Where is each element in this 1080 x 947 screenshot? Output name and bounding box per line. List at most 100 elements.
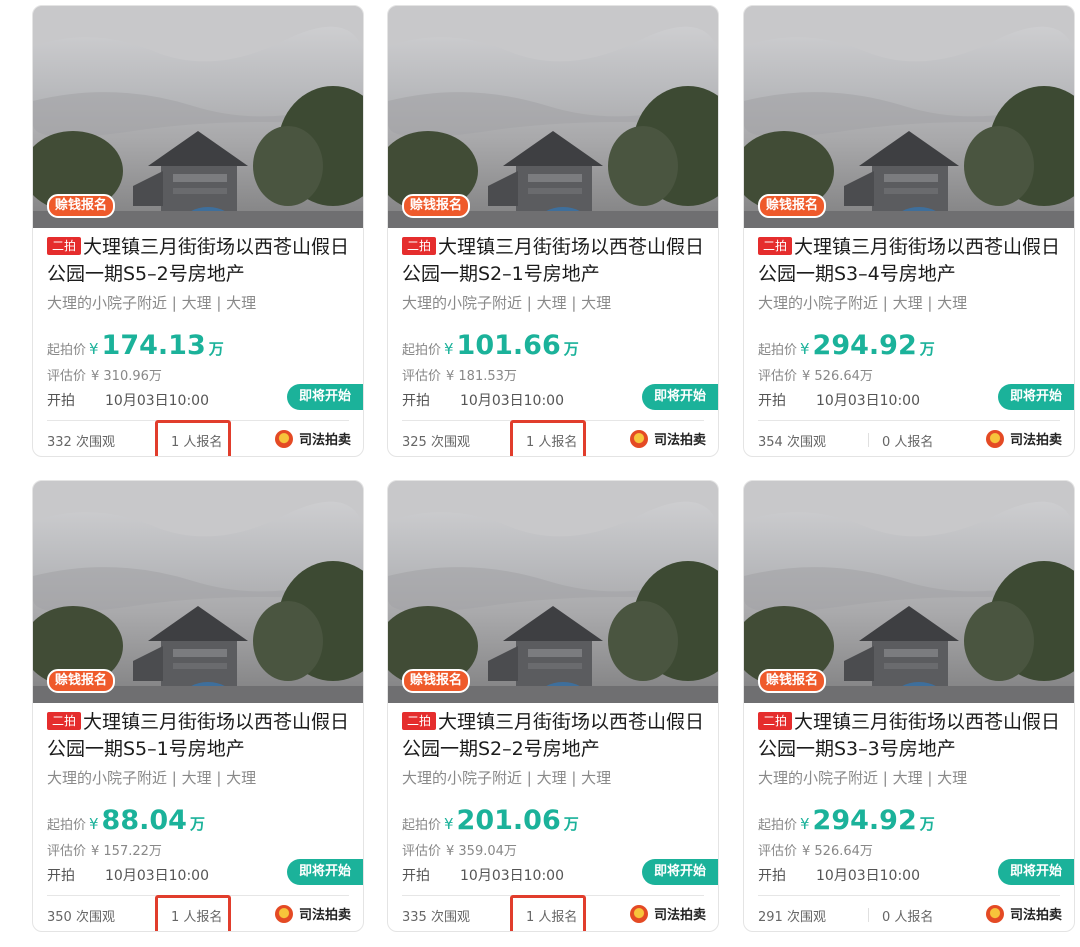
judicial-auction-link[interactable]: 司法拍卖	[985, 904, 1062, 923]
auction-start-label: 开拍	[758, 393, 786, 409]
estimated-value-amount: ¥ 359.04万	[446, 844, 517, 859]
listing-title[interactable]: 二拍 大理镇三月街街场以西苍山假日公园一期S5–2号房地产	[47, 234, 353, 288]
deposit-signup-tag: 赊钱报名	[402, 669, 471, 693]
property-photo[interactable]: 赊钱报名	[33, 481, 363, 703]
starting-price: 起拍价 ¥201.06 万	[402, 805, 579, 836]
auction-card[interactable]: 赊钱报名 二拍 大理镇三月街街场以西苍山假日公园一期S5–1号房地产 大理的小院子…	[32, 480, 364, 932]
judicial-auction-link[interactable]: 司法拍卖	[274, 429, 351, 448]
estimated-value: 评估价 ¥ 310.96万	[47, 365, 162, 384]
view-count: 325 次围观	[402, 435, 470, 450]
signup-count: 0 人报名	[882, 910, 934, 925]
auction-start-value: 10月03日10:00	[460, 393, 564, 409]
auction-card[interactable]: 赊钱报名 二拍 大理镇三月街街场以西苍山假日公园一期S3–4号房地产 大理的小院子…	[743, 5, 1075, 457]
listing-title[interactable]: 二拍 大理镇三月街街场以西苍山假日公园一期S3–3号房地产	[758, 709, 1064, 763]
listing-title[interactable]: 二拍 大理镇三月街街场以西苍山假日公园一期S3–4号房地产	[758, 234, 1064, 288]
listing-title-text[interactable]: 大理镇三月街街场以西苍山假日公园一期S2–2号房地产	[402, 711, 704, 760]
judicial-auction-link[interactable]: 司法拍卖	[629, 904, 706, 923]
judicial-auction-link[interactable]: 司法拍卖	[274, 904, 351, 923]
starting-price-label: 起拍价	[758, 818, 798, 833]
price-unit: 万	[919, 815, 935, 833]
auction-round-badge: 二拍	[402, 237, 437, 255]
estimated-value: 评估价 ¥ 359.04万	[402, 840, 517, 859]
auction-card[interactable]: 赊钱报名 二拍 大理镇三月街街场以西苍山假日公园一期S3–3号房地产 大理的小院子…	[743, 480, 1075, 932]
estimated-value: 评估价 ¥ 181.53万	[402, 365, 517, 384]
court-emblem-icon	[274, 430, 293, 448]
auction-start-label: 开拍	[758, 868, 786, 884]
court-emblem-icon	[629, 905, 648, 923]
starting-price-value: 174.13	[101, 330, 206, 361]
listing-title-text[interactable]: 大理镇三月街街场以西苍山假日公园一期S5–2号房地产	[47, 236, 349, 285]
card-footer: 332 次围观 1 人报名 司法拍卖	[33, 420, 363, 456]
listing-title-text[interactable]: 大理镇三月街街场以西苍山假日公园一期S3–4号房地产	[758, 236, 1060, 285]
listing-title[interactable]: 二拍 大理镇三月街街场以西苍山假日公园一期S5–1号房地产	[47, 709, 353, 763]
currency-symbol: ¥	[800, 340, 810, 358]
judicial-auction-label: 司法拍卖	[1009, 433, 1062, 448]
signup-highlight-box	[155, 420, 231, 456]
listing-title-text[interactable]: 大理镇三月街街场以西苍山假日公园一期S2–1号房地产	[402, 236, 704, 285]
currency-symbol: ¥	[444, 340, 454, 358]
court-emblem-icon	[985, 430, 1004, 448]
view-count: 332 次围观	[47, 435, 115, 450]
listing-location: 大理的小院子附近 | 大理 | 大理	[402, 769, 612, 787]
footer-separator	[868, 908, 869, 922]
auction-start-label: 开拍	[47, 868, 75, 884]
estimated-value-label: 评估价	[402, 369, 442, 384]
auction-card[interactable]: 赊钱报名 二拍 大理镇三月街街场以西苍山假日公园一期S2–2号房地产 大理的小院子…	[387, 480, 719, 932]
starting-price-value: 88.04	[101, 805, 187, 836]
estimated-value-amount: ¥ 526.64万	[802, 369, 873, 384]
listing-location: 大理的小院子附近 | 大理 | 大理	[47, 294, 257, 312]
auction-round-badge: 二拍	[758, 237, 793, 255]
starting-price: 起拍价 ¥294.92 万	[758, 330, 935, 361]
listing-title-text[interactable]: 大理镇三月街街场以西苍山假日公园一期S3–3号房地产	[758, 711, 1060, 760]
card-footer: 350 次围观 1 人报名 司法拍卖	[33, 895, 363, 931]
estimated-value-label: 评估价	[47, 369, 87, 384]
auction-round-badge: 二拍	[47, 712, 82, 730]
auction-start-value: 10月03日10:00	[460, 868, 564, 884]
judicial-auction-label: 司法拍卖	[653, 433, 706, 448]
starting-price-label: 起拍价	[47, 818, 87, 833]
auction-round-badge: 二拍	[758, 712, 793, 730]
estimated-value-amount: ¥ 526.64万	[802, 844, 873, 859]
signup-highlight-box	[510, 420, 586, 456]
deposit-signup-tag: 赊钱报名	[47, 669, 116, 693]
property-photo[interactable]: 赊钱报名	[33, 6, 363, 228]
estimated-value-label: 评估价	[758, 369, 798, 384]
deposit-signup-tag: 赊钱报名	[402, 194, 471, 218]
currency-symbol: ¥	[89, 815, 99, 833]
property-photo[interactable]: 赊钱报名	[744, 6, 1074, 228]
view-count: 291 次围观	[758, 910, 826, 925]
estimated-value-label: 评估价	[402, 844, 442, 859]
court-emblem-icon	[629, 430, 648, 448]
listing-title-text[interactable]: 大理镇三月街街场以西苍山假日公园一期S5–1号房地产	[47, 711, 349, 760]
auction-start-time: 开拍 10月03日10:00	[758, 865, 920, 885]
judicial-auction-link[interactable]: 司法拍卖	[985, 429, 1062, 448]
deposit-signup-tag: 赊钱报名	[758, 669, 827, 693]
listing-title[interactable]: 二拍 大理镇三月街街场以西苍山假日公园一期S2–1号房地产	[402, 234, 708, 288]
estimated-value: 评估价 ¥ 526.64万	[758, 840, 873, 859]
judicial-auction-label: 司法拍卖	[298, 433, 351, 448]
property-photo[interactable]: 赊钱报名	[388, 481, 718, 703]
auction-start-time: 开拍 10月03日10:00	[47, 865, 209, 885]
footer-separator	[868, 433, 869, 447]
auction-card[interactable]: 赊钱报名 二拍 大理镇三月街街场以西苍山假日公园一期S5–2号房地产 大理的小院子…	[32, 5, 364, 457]
auction-start-label: 开拍	[402, 868, 430, 884]
auction-start-label: 开拍	[402, 393, 430, 409]
starting-price: 起拍价 ¥101.66 万	[402, 330, 579, 361]
auction-round-badge: 二拍	[47, 237, 82, 255]
auction-card[interactable]: 赊钱报名 二拍 大理镇三月街街场以西苍山假日公园一期S2–1号房地产 大理的小院子…	[387, 5, 719, 457]
auction-start-time: 开拍 10月03日10:00	[47, 390, 209, 410]
court-emblem-icon	[985, 905, 1004, 923]
court-emblem-icon	[274, 905, 293, 923]
judicial-auction-link[interactable]: 司法拍卖	[629, 429, 706, 448]
card-footer: 325 次围观 1 人报名 司法拍卖	[388, 420, 718, 456]
view-count: 354 次围观	[758, 435, 826, 450]
starting-price-value: 294.92	[812, 805, 917, 836]
estimated-value-amount: ¥ 157.22万	[91, 844, 162, 859]
property-photo[interactable]: 赊钱报名	[388, 6, 718, 228]
starting-price-label: 起拍价	[402, 343, 442, 358]
listing-title[interactable]: 二拍 大理镇三月街街场以西苍山假日公园一期S2–2号房地产	[402, 709, 708, 763]
deposit-signup-tag: 赊钱报名	[758, 194, 827, 218]
property-photo[interactable]: 赊钱报名	[744, 481, 1074, 703]
price-unit: 万	[563, 340, 579, 358]
auction-start-value: 10月03日10:00	[816, 393, 920, 409]
